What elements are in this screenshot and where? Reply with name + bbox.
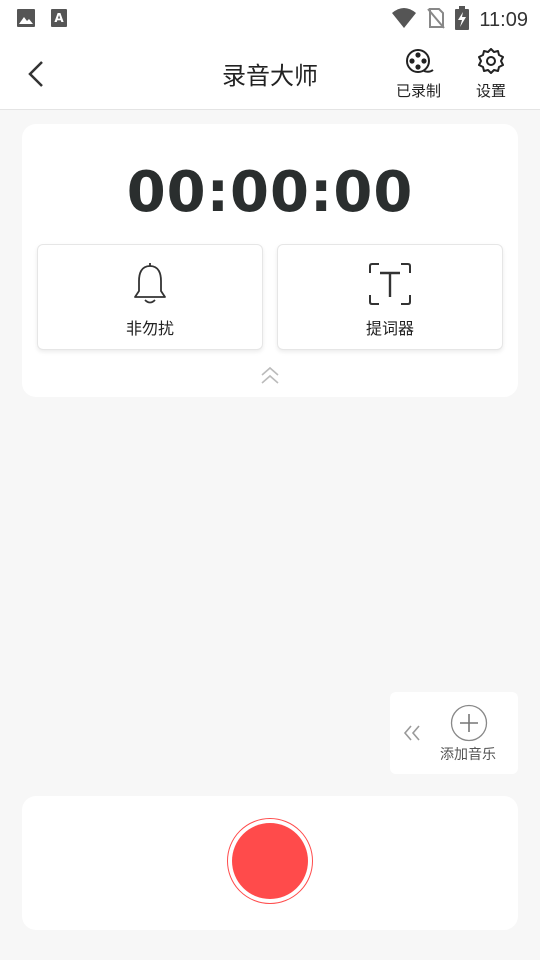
text-frame-icon <box>367 261 413 311</box>
teleprompter-label: 提词器 <box>365 319 414 338</box>
gear-icon <box>477 48 505 78</box>
timer-card: 00:00:00 非勿扰 提词器 <box>22 124 518 397</box>
expand-button[interactable] <box>259 366 281 390</box>
no-sim-icon <box>427 7 446 33</box>
text-a-icon: A <box>50 8 68 32</box>
wifi-icon <box>391 7 417 33</box>
status-bar: A 11:09 <box>0 0 540 36</box>
recorded-button[interactable]: 已录制 <box>396 48 441 101</box>
recorded-label: 已录制 <box>396 82 442 100</box>
add-music-label: 添加音乐 <box>440 747 496 763</box>
svg-text:A: A <box>54 11 64 25</box>
app-header: 录音大师 已录制 设置 <box>0 36 540 110</box>
film-reel-icon <box>404 48 434 78</box>
settings-button[interactable]: 设置 <box>476 48 506 101</box>
add-music-panel: 添加音乐 <box>390 692 518 774</box>
double-chevron-up-icon <box>259 366 281 390</box>
record-button-fill <box>232 823 308 899</box>
recording-timer: 00:00:00 <box>126 160 414 225</box>
collapse-music-button[interactable] <box>402 724 422 746</box>
settings-label: 设置 <box>476 82 507 100</box>
double-chevron-left-icon <box>402 725 422 746</box>
add-music-button[interactable] <box>450 704 488 746</box>
page-title: 录音大师 <box>222 62 318 90</box>
record-button[interactable] <box>227 818 313 904</box>
record-panel <box>22 796 518 930</box>
battery-charging-icon <box>455 6 470 34</box>
clock-time: 11:09 <box>479 8 528 31</box>
image-icon <box>16 8 36 32</box>
teleprompter-button[interactable]: 提词器 <box>277 244 503 350</box>
bell-icon <box>132 261 168 309</box>
do-not-disturb-button[interactable]: 非勿扰 <box>37 244 263 350</box>
do-not-disturb-label: 非勿扰 <box>125 319 174 338</box>
